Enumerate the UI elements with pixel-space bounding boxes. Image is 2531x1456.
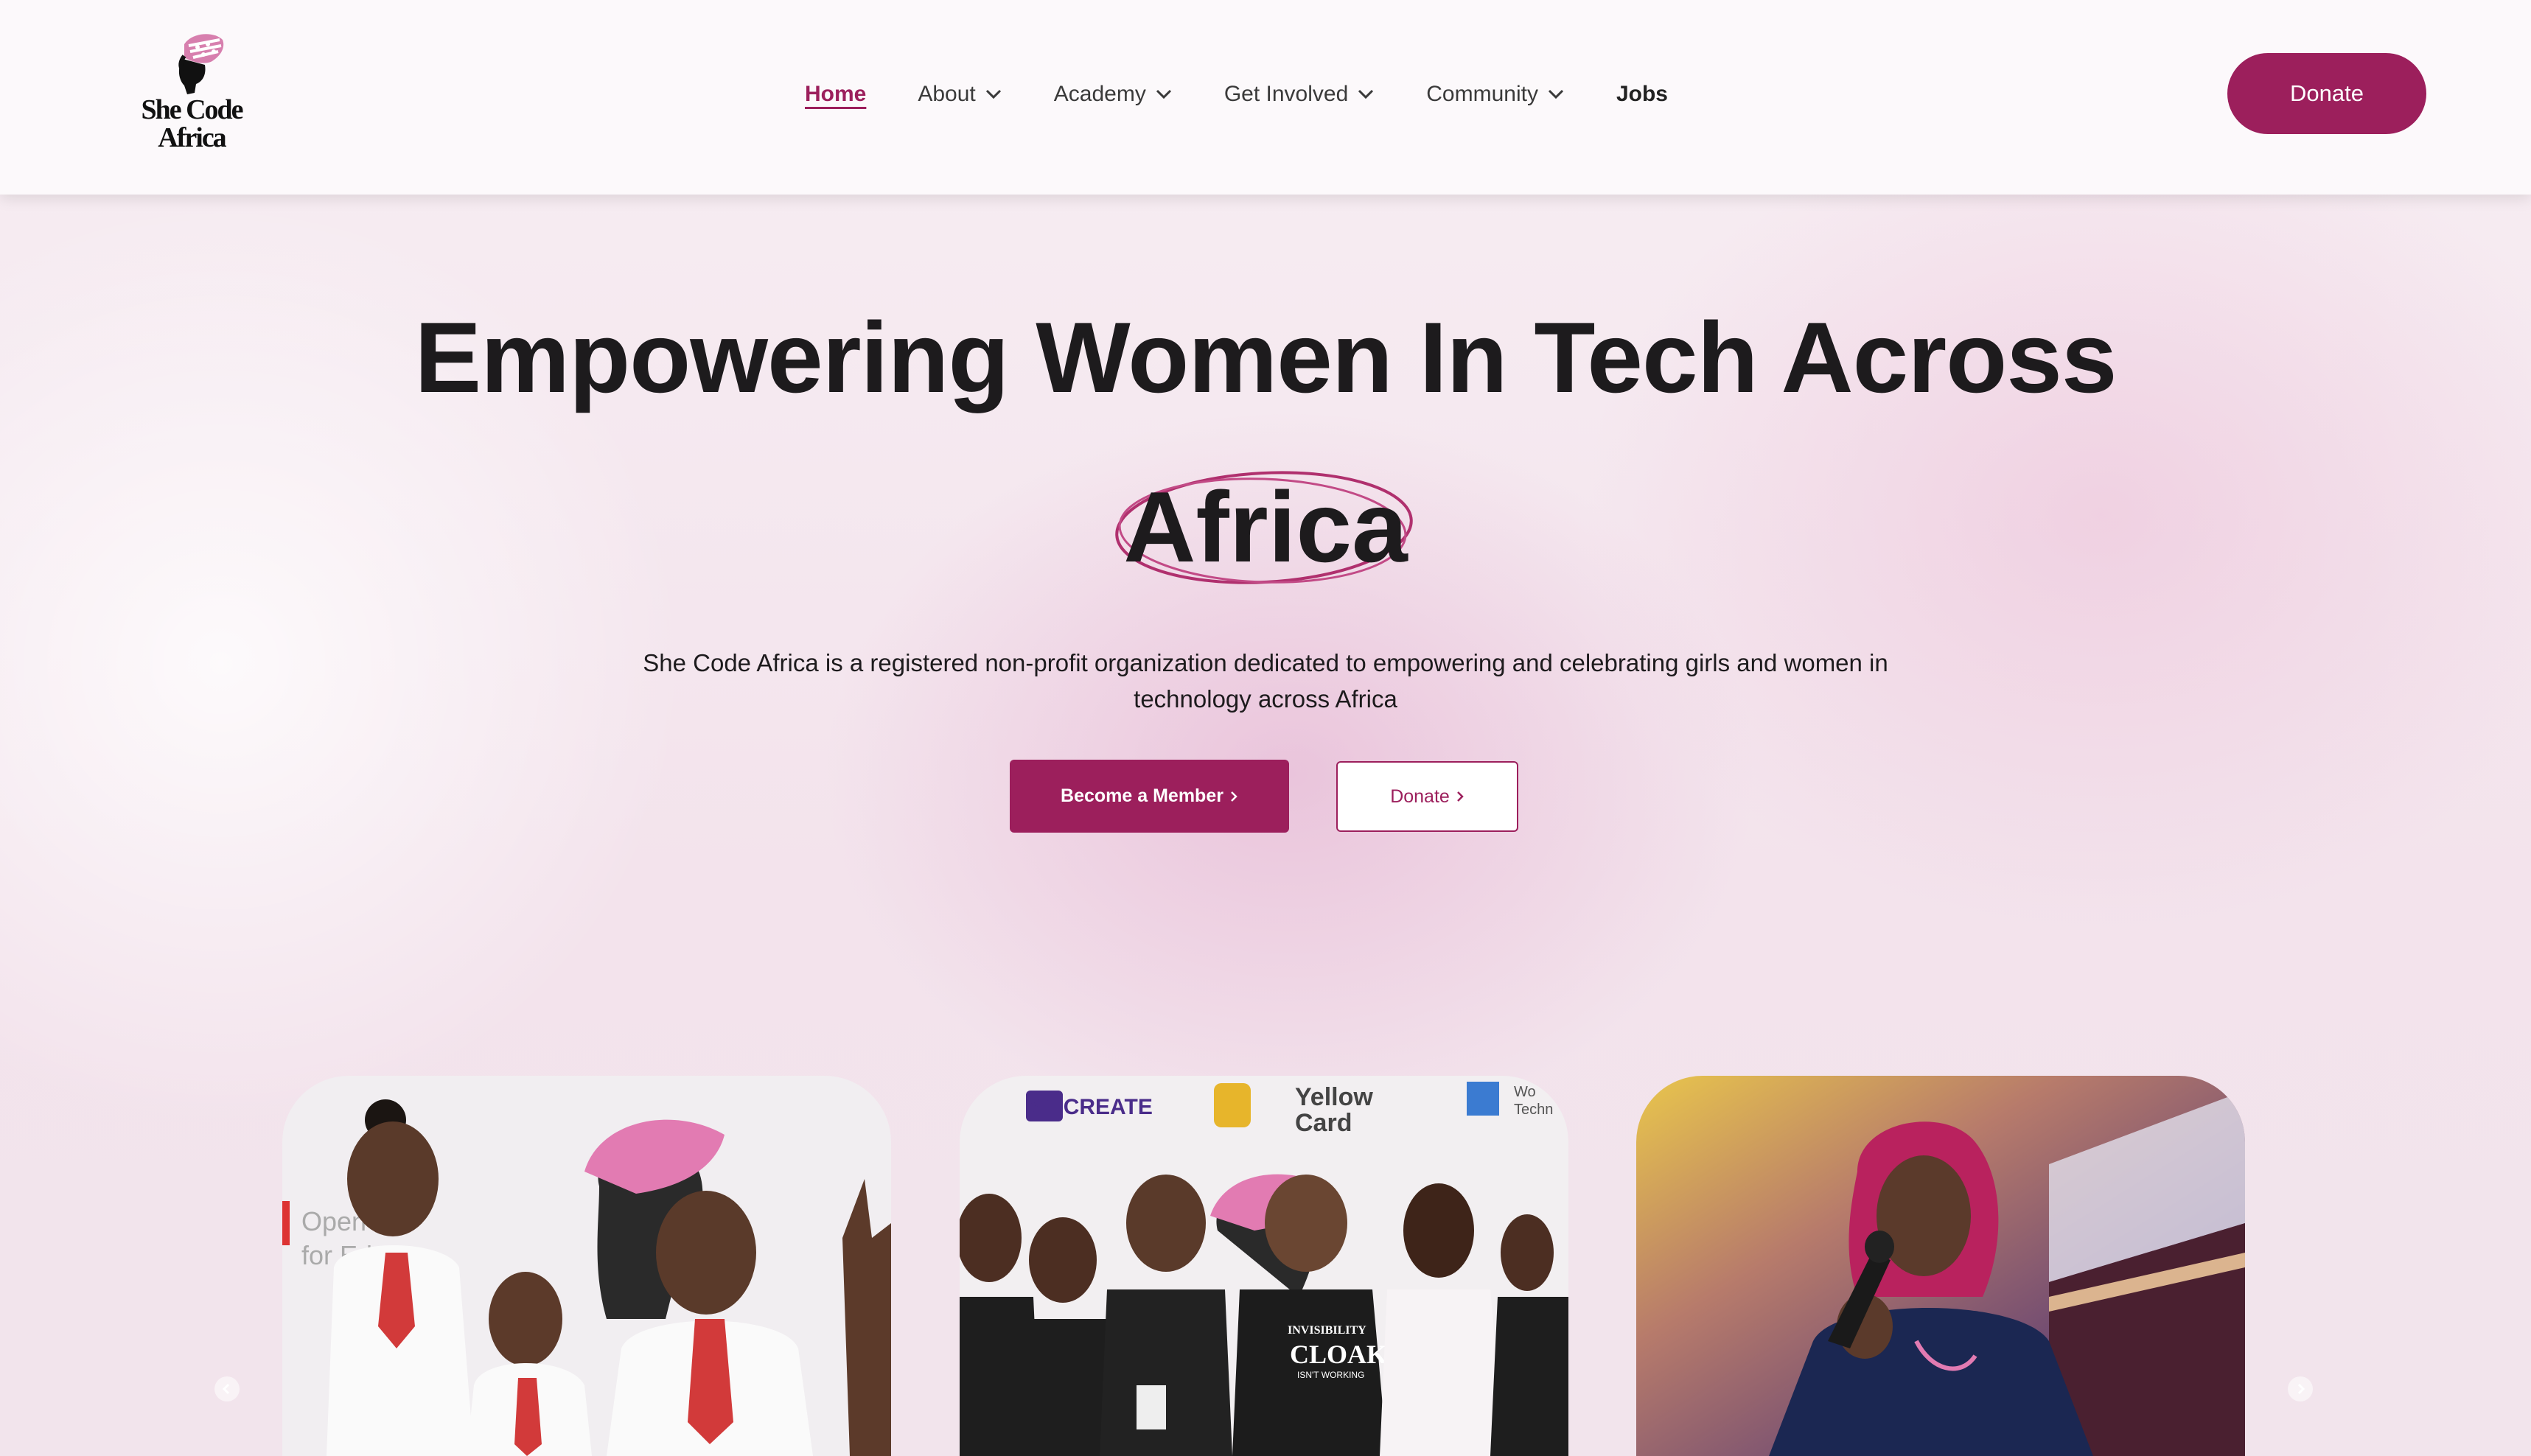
students-photo: Open for Ed [282,1076,891,1456]
hero-title-line1: Empowering Women In Tech Across [414,301,2117,413]
sponsor-logo-1-text: WiiCREATE [1030,1095,1153,1119]
sponsor-logo-3-line2: Techn [1514,1102,1553,1118]
chevron-down-icon [1156,89,1171,99]
become-member-label: Become a Member [1061,785,1223,806]
chevron-right-icon [2297,1383,2305,1395]
nav-home[interactable]: Home [805,82,866,107]
nav-jobs-label: Jobs [1616,82,1668,106]
tshirt-text-line2: CLOAK [1290,1340,1387,1369]
sponsor-logo-2-line2: Card [1295,1109,1352,1137]
hero-donate-button[interactable]: Donate [1336,761,1518,832]
nav-community-label: Community [1426,82,1538,106]
nav-academy[interactable]: Academy [1054,82,1173,107]
carousel-card-3[interactable] [1636,1076,2245,1456]
carousel-card-1[interactable]: Open for Ed [282,1076,891,1456]
nav-home-label: Home [805,82,867,106]
site-logo[interactable]: She Code Africa [133,29,251,162]
carousel-prev-button[interactable] [214,1376,240,1401]
chevron-down-icon [985,89,1001,99]
speaker-photo [1636,1076,2245,1456]
chevron-right-icon [1456,791,1464,802]
logo-text-line1: She Code [141,94,243,125]
nav-get-involved[interactable]: Get Involved [1224,82,1375,107]
become-member-button[interactable]: Become a Member [1010,760,1289,833]
sponsor-logo-3-line1: Wo [1514,1084,1536,1100]
nav-about-label: About [918,82,976,106]
hero-donate-label: Donate [1390,785,1450,807]
hero-description-line1: She Code Africa is a registered non-prof… [643,649,1888,676]
nav-community[interactable]: Community [1426,82,1565,107]
tshirt-text-line1: INVISIBILITY [1288,1324,1366,1337]
logo-head-icon [178,34,224,94]
logo-wordmark: She Code Africa [133,96,251,152]
logo-text-line2: Africa [158,122,226,153]
hero-description: She Code Africa is a registered non-prof… [604,645,1927,717]
carousel-next-button[interactable] [2288,1376,2313,1401]
chevron-right-icon [1231,791,1237,802]
nav-get-involved-label: Get Involved [1223,82,1349,106]
nav-jobs[interactable]: Jobs [1616,82,1668,107]
carousel-card-2[interactable]: WiiCREATE Yellow Card Wo Techn INVISIBIL… [960,1076,1568,1456]
tshirt-text-line3: ISN'T WORKING [1297,1370,1364,1380]
site-header: She Code Africa Home About Academy Get I… [0,0,2531,195]
main-nav: Home About Academy Get Involved Communit… [805,77,1668,112]
chevron-left-icon [222,1383,230,1395]
group-photo: WiiCREATE Yellow Card Wo Techn INVISIBIL… [960,1076,1568,1456]
nav-academy-label: Academy [1053,82,1146,106]
nav-about[interactable]: About [918,82,1002,107]
header-donate-label: Donate [2290,80,2364,106]
chevron-down-icon [1548,89,1564,99]
hero-title-line2: Africa [1123,471,1408,583]
header-donate-button[interactable]: Donate [2227,53,2426,134]
hero-description-line2: technology across Africa [1134,685,1397,713]
sponsor-logo-2-line1: Yellow [1295,1083,1373,1111]
chevron-down-icon [1358,89,1374,99]
